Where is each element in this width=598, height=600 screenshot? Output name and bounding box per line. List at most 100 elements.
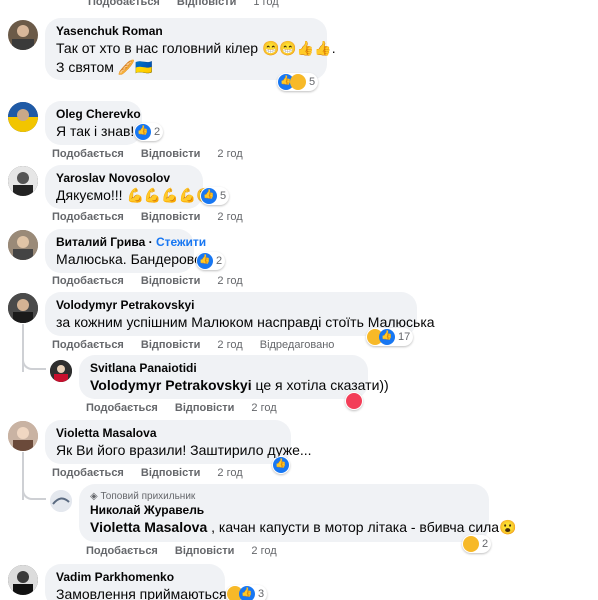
follow-button[interactable]: Стежити — [156, 235, 206, 249]
reply-bubble: ◈ Топовий прихильник Николай Журавель Vi… — [79, 484, 517, 542]
reaction-count: 3 — [258, 588, 265, 600]
like-reaction-icon — [239, 586, 255, 600]
badge-label: Топовий прихильник — [100, 491, 196, 502]
haha-reaction-icon — [290, 74, 306, 90]
avatar[interactable] — [50, 360, 72, 382]
comment-actions: Подобається Відповісти 2 год — [52, 148, 257, 160]
reply-text: це я хотіла сказати)) — [251, 377, 389, 393]
reply-button[interactable]: Відповісти — [141, 339, 200, 351]
mention-link[interactable]: Violetta Masalova — [90, 519, 207, 535]
timestamp: 2 год — [217, 467, 243, 479]
timestamp: 2 год — [217, 275, 243, 287]
comment-text: Так от хто в нас головний кілер 😁😁👍👍. — [56, 40, 336, 56]
like-reaction-icon — [273, 457, 289, 473]
reaction-count: 2 — [216, 255, 223, 267]
comment-bubble: Volodymyr Petrakovskyi за кожним успішни… — [45, 292, 435, 336]
reply-text: , качан капусти в мотор літака - вбивча … — [207, 519, 517, 535]
comment-text: за кожним успішним Малюком насправді сто… — [56, 314, 435, 330]
comment-actions: Подобається Відповісти 2 год — [52, 211, 257, 223]
comment-text: Я так і знав! — [56, 123, 135, 139]
reply-button[interactable]: Відповісти — [175, 545, 234, 557]
haha-reaction-icon — [463, 536, 479, 552]
thread-connector — [22, 480, 46, 500]
comment-author[interactable]: Oleg Cherevko — [56, 107, 141, 122]
reaction-summary[interactable]: 5 — [277, 73, 319, 91]
comment-text: Як Ви його вразили! Заштирило дуже... — [56, 442, 312, 458]
author-name[interactable]: Виталий Грива — [56, 235, 145, 249]
comment-author[interactable]: Svitlana Panaiotidi — [90, 361, 357, 376]
love-reaction-icon — [346, 393, 362, 409]
reaction-summary[interactable] — [272, 456, 290, 474]
edited-label[interactable]: Відредаговано — [260, 339, 335, 351]
comment-text-line-2: З святом 🥖🇺🇦 — [56, 59, 153, 75]
like-button[interactable]: Подобається — [52, 148, 124, 160]
reaction-summary[interactable]: 17 — [366, 328, 414, 346]
like-button[interactable]: Подобається — [88, 0, 160, 8]
reaction-summary[interactable] — [345, 392, 363, 410]
like-button[interactable]: Подобається — [52, 339, 124, 351]
reaction-count: 2 — [154, 126, 161, 138]
comment-bubble: Vadim Parkhomenko Замовлення приймаються… — [45, 564, 240, 600]
timestamp: 2 год — [251, 545, 277, 557]
avatar[interactable] — [8, 293, 38, 323]
thread-connector — [22, 352, 46, 370]
reaction-count: 17 — [398, 331, 411, 343]
reaction-count: 5 — [220, 190, 227, 202]
reply-button[interactable]: Відповісти — [141, 148, 200, 160]
like-button[interactable]: Подобається — [86, 545, 158, 557]
like-button[interactable]: Подобається — [52, 275, 124, 287]
reply-button[interactable]: Відповісти — [175, 402, 234, 414]
reaction-summary[interactable]: 2 — [462, 535, 492, 553]
reaction-summary[interactable]: 3 — [226, 585, 268, 600]
comment-author[interactable]: Violetta Masalova — [56, 426, 280, 441]
avatar[interactable] — [8, 166, 38, 196]
like-button[interactable]: Подобається — [52, 467, 124, 479]
reply-button[interactable]: Відповісти — [141, 211, 200, 223]
reaction-summary[interactable]: 2 — [134, 123, 164, 141]
like-button[interactable]: Подобається — [52, 211, 124, 223]
comment-actions: Подобається Відповісти 2 год — [86, 545, 291, 557]
reaction-summary[interactable]: 5 — [200, 187, 230, 205]
comment-text: Замовлення приймаються?) — [56, 586, 240, 600]
avatar[interactable] — [8, 421, 38, 451]
reaction-summary[interactable]: 2 — [196, 252, 226, 270]
comment-actions: Подобається Відповісти 2 год — [52, 275, 257, 287]
reply-button[interactable]: Відповісти — [141, 467, 200, 479]
avatar[interactable] — [8, 102, 38, 132]
avatar[interactable] — [8, 230, 38, 260]
comment-author[interactable]: Николай Журавель — [90, 503, 478, 518]
timestamp: 1 год — [253, 0, 279, 8]
comment-author[interactable]: Виталий Грива · Стежити — [56, 235, 206, 250]
avatar[interactable] — [8, 20, 38, 50]
comment-text: Дякуємо!!! 💪💪💪💪😘 — [56, 187, 214, 203]
comment-text: Violetta Masalova , качан капусти в мото… — [90, 518, 517, 537]
like-reaction-icon — [197, 253, 213, 269]
comment-bubble: Виталий Грива · Стежити Малюська. Бандер… — [45, 229, 214, 273]
like-button[interactable]: Подобається — [86, 402, 158, 414]
reply-button[interactable]: Відповісти — [141, 275, 200, 287]
comment-actions: Подобається Відповісти 2 год Відредагова… — [52, 339, 348, 351]
comment-author[interactable]: Vadim Parkhomenko — [56, 570, 214, 585]
reaction-count: 5 — [309, 76, 316, 88]
badge-icon: ◈ — [90, 491, 101, 502]
timestamp: 2 год — [217, 211, 243, 223]
comment-author[interactable]: Yaroslav Novosolov — [56, 171, 192, 186]
comment-actions: Подобається Відповісти 2 год — [52, 467, 257, 479]
top-fan-badge: ◈ Топовий прихильник — [90, 490, 478, 503]
mention-link[interactable]: Volodymyr Petrakovskyi — [90, 377, 252, 393]
timestamp: 2 год — [217, 339, 243, 351]
reply-bubble: Svitlana Panaiotidi Volodymyr Petrakovsk… — [79, 355, 389, 399]
comment-author[interactable]: Volodymyr Petrakovskyi — [56, 298, 406, 313]
reply-button[interactable]: Відповісти — [177, 0, 236, 8]
timestamp: 2 год — [217, 148, 243, 160]
avatar[interactable] — [8, 565, 38, 595]
comment-bubble: Yasenchuk Roman Так от хто в нас головни… — [45, 18, 336, 80]
avatar[interactable] — [50, 490, 72, 512]
comment-bubble: Yaroslav Novosolov Дякуємо!!! 💪💪💪💪😘 — [45, 165, 214, 209]
comment-text: Volodymyr Petrakovskyi це я хотіла сказа… — [90, 376, 389, 395]
comment-bubble: Oleg Cherevko Я так і знав! — [45, 101, 142, 145]
reaction-count: 2 — [482, 538, 489, 550]
timestamp: 2 год — [251, 402, 277, 414]
like-reaction-icon — [201, 188, 217, 204]
comment-author[interactable]: Yasenchuk Roman — [56, 24, 316, 39]
